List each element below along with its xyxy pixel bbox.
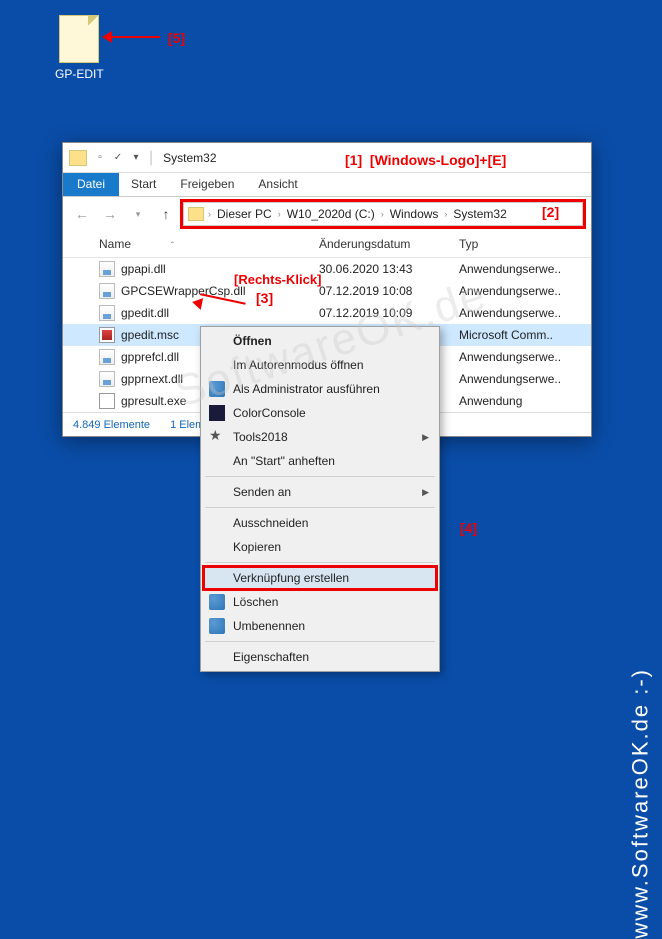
tab-file[interactable]: Datei xyxy=(63,173,119,196)
watermark-vert: www.SoftwareOK.de :-) xyxy=(628,668,654,939)
desktop-icon-label: GP-EDIT xyxy=(55,67,104,81)
menu-tools[interactable]: Tools2018▶ xyxy=(203,425,437,449)
file-type: Anwendungserwe.. xyxy=(459,284,561,298)
arrow-line xyxy=(110,36,160,38)
file-row[interactable]: gpedit.dll07.12.2019 10:09Anwendungserwe… xyxy=(63,302,591,324)
titlebar[interactable]: ▫ ✓ ▾ | System32 xyxy=(63,143,591,173)
shield-icon xyxy=(209,381,225,397)
sort-asc-icon: ˆ xyxy=(171,241,174,250)
file-date: 30.06.2020 13:43 xyxy=(319,262,459,276)
qa-dropdown-icon[interactable]: ▾ xyxy=(129,151,143,165)
chevron-right-icon[interactable]: › xyxy=(276,209,283,219)
tab-start[interactable]: Start xyxy=(119,173,168,196)
file-type: Anwendungserwe.. xyxy=(459,372,561,386)
file-type: Anwendungserwe.. xyxy=(459,306,561,320)
annotation-3: [3] xyxy=(256,290,273,306)
recent-dropdown[interactable]: ▾ xyxy=(127,203,149,225)
file-type: Anwendung xyxy=(459,394,522,408)
ribbon-tabs: Datei Start Freigeben Ansicht xyxy=(63,173,591,197)
nav-row: ← → ▾ ↑ › Dieser PC › W10_2020d (C:) › W… xyxy=(63,197,591,231)
menu-author-mode[interactable]: Im Autorenmodus öffnen xyxy=(203,353,437,377)
context-menu: Öffnen Im Autorenmodus öffnen Als Admini… xyxy=(200,326,440,672)
menu-colorconsole[interactable]: ColorConsole xyxy=(203,401,437,425)
chevron-right-icon: ▶ xyxy=(422,487,429,498)
annotation-5: [5] xyxy=(168,30,185,46)
status-count: 4.849 Elemente xyxy=(73,419,150,431)
desktop-shortcut-gpedit[interactable]: GP-EDIT xyxy=(55,15,104,81)
file-date: 07.12.2019 10:08 xyxy=(319,284,459,298)
column-type[interactable]: Typ xyxy=(459,237,591,251)
column-date[interactable]: Änderungsdatum xyxy=(319,237,459,251)
menu-separator xyxy=(205,507,435,508)
menu-rename[interactable]: Umbenennen xyxy=(203,614,437,638)
menu-run-admin[interactable]: Als Administrator ausführen xyxy=(203,377,437,401)
arrow-head-icon xyxy=(102,31,112,43)
file-type: Anwendungserwe.. xyxy=(459,350,561,364)
menu-open[interactable]: Öffnen xyxy=(203,329,437,353)
chevron-right-icon[interactable]: › xyxy=(379,209,386,219)
column-name: Nameˆ xyxy=(99,237,319,251)
qa-icon[interactable]: ▫ xyxy=(93,151,107,165)
breadcrumb[interactable]: › Dieser PC › W10_2020d (C:) › Windows ›… xyxy=(183,202,583,226)
file-name: gpedit.dll xyxy=(121,306,319,320)
breadcrumb-segment[interactable]: W10_2020d (C:) xyxy=(285,207,377,221)
folder-icon xyxy=(69,150,87,166)
back-button[interactable]: ← xyxy=(71,203,93,225)
menu-separator xyxy=(205,562,435,563)
folder-icon xyxy=(188,207,204,221)
tab-share[interactable]: Freigeben xyxy=(168,173,246,196)
file-row[interactable]: GPCSEWrapperCsp.dll07.12.2019 10:08Anwen… xyxy=(63,280,591,302)
file-dll-icon xyxy=(99,283,115,299)
file-type: Anwendungserwe.. xyxy=(459,262,561,276)
menu-delete[interactable]: Löschen xyxy=(203,590,437,614)
file-dll-icon xyxy=(99,261,115,277)
annotation-2: [2] xyxy=(542,204,559,220)
document-icon xyxy=(59,15,99,63)
file-type: Microsoft Comm.. xyxy=(459,328,553,342)
breadcrumb-segment[interactable]: Windows xyxy=(388,207,441,221)
annotation-1: [1] [Windows-Logo]+[E] xyxy=(345,152,506,168)
quick-access-toolbar: ▫ ✓ ▾ xyxy=(93,151,143,165)
menu-properties[interactable]: Eigenschaften xyxy=(203,645,437,669)
menu-separator xyxy=(205,641,435,642)
file-dll-icon xyxy=(99,305,115,321)
menu-copy[interactable]: Kopieren xyxy=(203,535,437,559)
file-date: 07.12.2019 10:09 xyxy=(319,306,459,320)
chevron-right-icon: ▶ xyxy=(422,432,429,443)
menu-pin-start[interactable]: An "Start" anheften xyxy=(203,449,437,473)
annotation-3-label: [Rechts-Klick] xyxy=(234,272,321,287)
window-title: System32 xyxy=(163,151,216,165)
menu-cut[interactable]: Ausschneiden xyxy=(203,511,437,535)
file-dll-icon xyxy=(99,371,115,387)
menu-send-to[interactable]: Senden an▶ xyxy=(203,480,437,504)
menu-create-shortcut[interactable]: Verknüpfung erstellen xyxy=(203,566,437,590)
annotation-4: [4] xyxy=(460,520,477,536)
chevron-right-icon[interactable]: › xyxy=(442,209,449,219)
column-headers[interactable]: Nameˆ Änderungsdatum Typ xyxy=(63,231,591,258)
chevron-right-icon[interactable]: › xyxy=(206,209,213,219)
menu-separator xyxy=(205,476,435,477)
forward-button[interactable]: → xyxy=(99,203,121,225)
breadcrumb-segment[interactable]: Dieser PC xyxy=(215,207,274,221)
shield-icon xyxy=(209,594,225,610)
up-button[interactable]: ↑ xyxy=(155,203,177,225)
file-dll-icon xyxy=(99,349,115,365)
star-icon xyxy=(209,429,225,445)
shield-icon xyxy=(209,618,225,634)
breadcrumb-segment[interactable]: System32 xyxy=(451,207,508,221)
colorconsole-icon xyxy=(209,405,225,421)
file-exe-icon xyxy=(99,393,115,409)
qa-icon[interactable]: ✓ xyxy=(111,151,125,165)
tab-view[interactable]: Ansicht xyxy=(246,173,309,196)
file-row[interactable]: gpapi.dll30.06.2020 13:43Anwendungserwe.… xyxy=(63,258,591,280)
file-msc-icon xyxy=(99,327,115,343)
